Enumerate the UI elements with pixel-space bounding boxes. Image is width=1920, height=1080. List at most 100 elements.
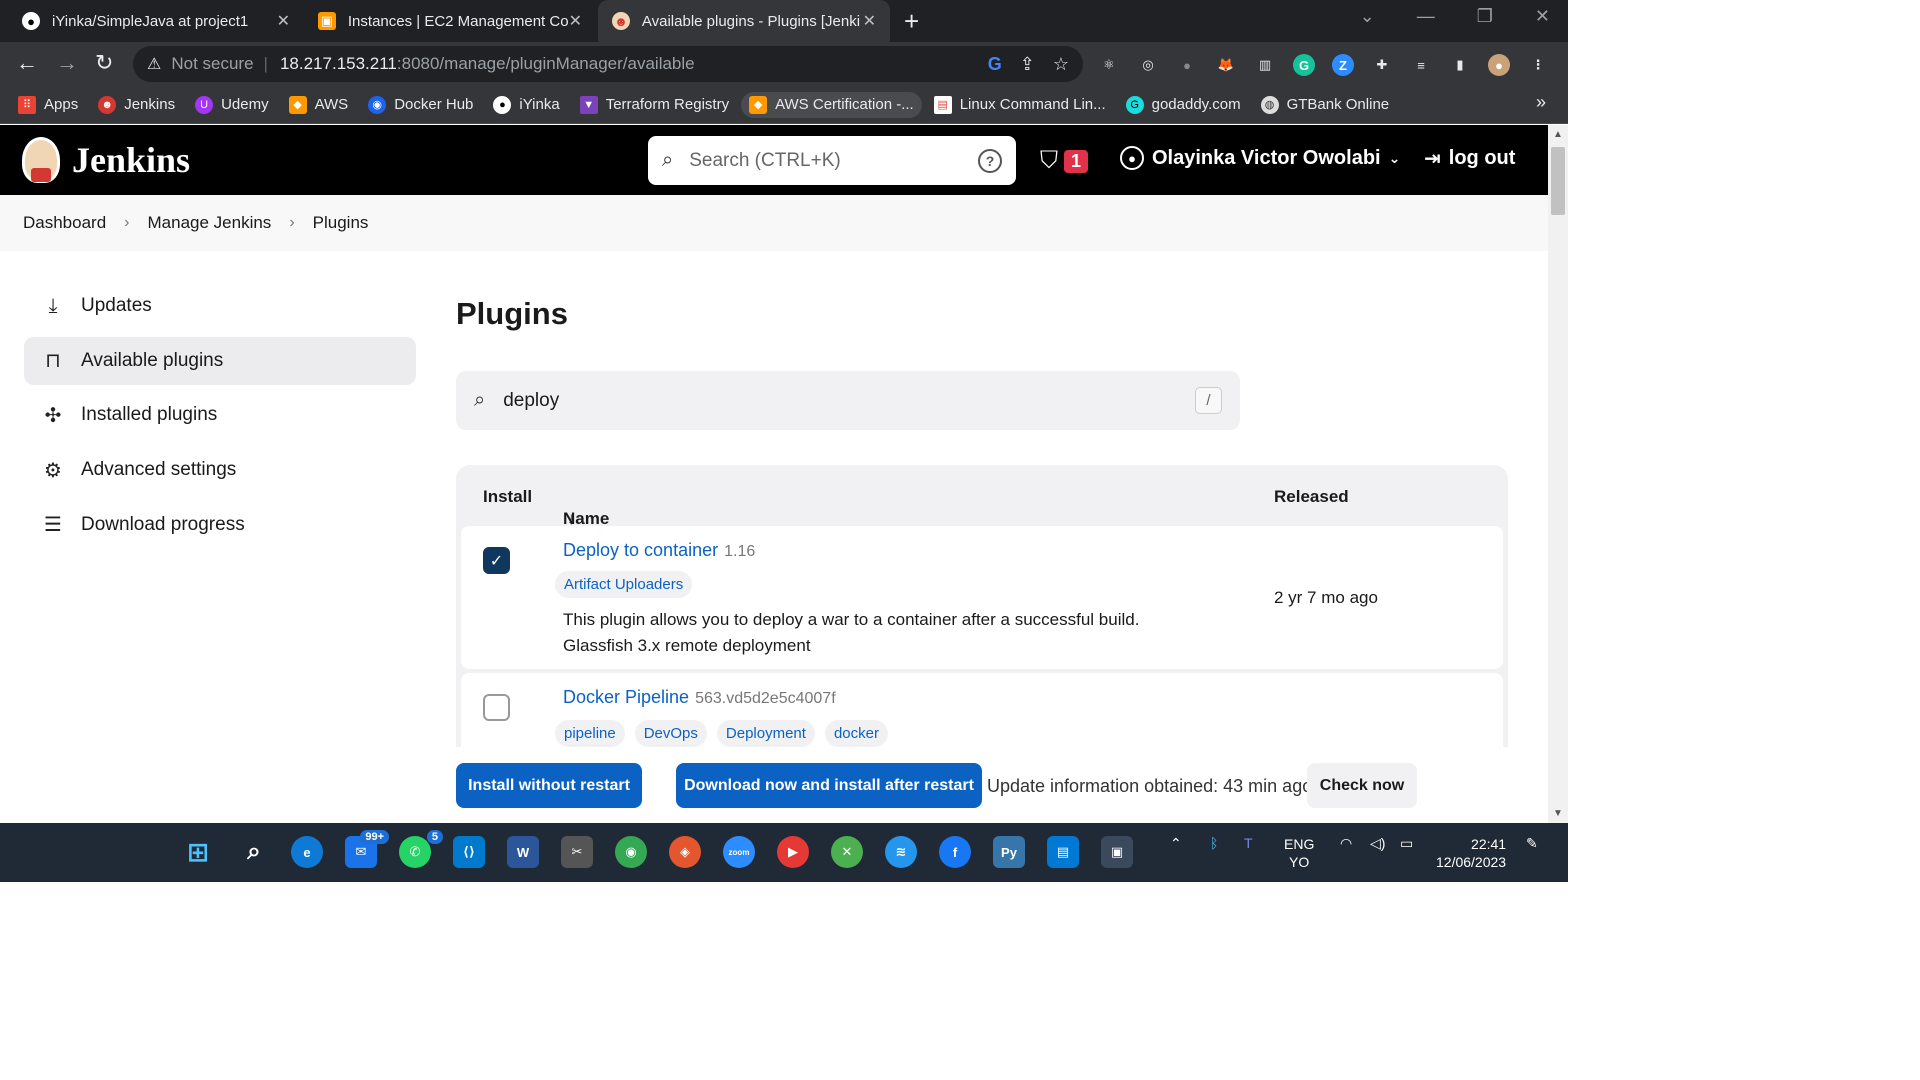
edge-icon[interactable]: e xyxy=(291,836,323,868)
breadcrumb-manage-jenkins[interactable]: Manage Jenkins xyxy=(148,213,272,233)
bookmark-godaddy[interactable]: G godaddy.com xyxy=(1125,95,1241,114)
file-explorer-icon[interactable]: ▤ xyxy=(1047,836,1079,868)
help-icon[interactable]: ? xyxy=(978,148,1002,173)
xbox-icon[interactable]: ✕ xyxy=(831,836,863,868)
language-indicator[interactable]: ENG YO xyxy=(1284,835,1314,871)
facebook-icon[interactable]: f xyxy=(939,836,971,868)
share-icon[interactable]: ⇪ xyxy=(1020,54,1035,75)
install-without-restart-button[interactable]: Install without restart xyxy=(456,763,642,808)
bookmark-star-icon[interactable]: ☆ xyxy=(1053,54,1069,75)
bookmark-aws[interactable]: ◆ AWS xyxy=(288,95,348,114)
tab-ec2[interactable]: ▣ Instances | EC2 Management Cor ✕ xyxy=(304,0,596,42)
bluetooth-icon[interactable]: ᛒ xyxy=(1210,835,1218,851)
wifi-icon[interactable]: ◠ xyxy=(1340,835,1352,852)
search-icon[interactable]: ⌕ xyxy=(238,836,270,868)
scroll-up-icon[interactable]: ▲ xyxy=(1553,129,1563,140)
sidebar-item-available-plugins[interactable]: ⊓ Available plugins xyxy=(24,336,416,385)
close-icon[interactable]: ✕ xyxy=(277,11,290,31)
zoom-extension-icon[interactable]: Z xyxy=(1332,54,1354,76)
bookmark-jenkins[interactable]: ☻ Jenkins xyxy=(98,95,175,114)
grammarly-icon[interactable]: G xyxy=(1293,54,1315,76)
tag-docker[interactable]: docker xyxy=(824,720,888,747)
notification-icon[interactable]: ✎ xyxy=(1526,835,1538,852)
install-checkbox[interactable]: ✓ xyxy=(483,547,510,574)
anydesk-icon[interactable]: ◈ xyxy=(669,836,701,868)
bookmark-gtbank[interactable]: ◍ GTBank Online xyxy=(1260,95,1389,114)
minimize-icon[interactable]: — xyxy=(1417,6,1435,27)
react-devtools-icon[interactable]: ⚛ xyxy=(1098,54,1120,76)
target-icon[interactable]: ◎ xyxy=(1137,54,1159,76)
extension-dot-icon[interactable]: ● xyxy=(1176,54,1198,76)
bookmark-udemy[interactable]: U Udemy xyxy=(195,95,269,114)
profile-avatar[interactable]: ● xyxy=(1488,54,1510,76)
chrome-icon[interactable]: ◉ xyxy=(615,836,647,868)
tag-deployment[interactable]: Deployment xyxy=(716,720,815,747)
restore-icon[interactable]: ❐ xyxy=(1477,6,1493,27)
install-checkbox[interactable] xyxy=(483,694,510,721)
clock[interactable]: 22:41 12/06/2023 xyxy=(1436,835,1506,871)
remote-desktop-icon[interactable]: ▣ xyxy=(1101,836,1133,868)
search-input[interactable] xyxy=(689,149,978,172)
sidebar-item-installed-plugins[interactable]: ✣ Installed plugins xyxy=(24,391,416,439)
menu-kebab-icon[interactable]: ⋮ xyxy=(1527,54,1549,76)
scrollbar-thumb[interactable] xyxy=(1551,147,1565,215)
jenkins-logo[interactable]: Jenkins xyxy=(22,137,190,183)
user-menu[interactable]: ● Olayinka Victor Owolabi ⌄ xyxy=(1120,146,1400,170)
back-icon[interactable]: ← xyxy=(16,50,38,76)
google-icon[interactable]: G xyxy=(988,54,1002,75)
clipboard-icon[interactable]: ▥ xyxy=(1254,54,1276,76)
logout-link[interactable]: ⇥ log out xyxy=(1424,146,1515,171)
scroll-down-icon[interactable]: ▼ xyxy=(1553,808,1563,819)
puzzle-icon[interactable]: ✚ xyxy=(1371,54,1393,76)
tab-jenkins-plugins[interactable]: ☻ Available plugins - Plugins [Jenki ✕ xyxy=(598,0,890,42)
warning-icon[interactable]: ⚠ xyxy=(147,54,161,74)
show-hidden-icons[interactable]: ⌃ xyxy=(1170,835,1182,852)
zoom-icon[interactable]: zoom xyxy=(723,836,755,868)
battery-icon[interactable]: ▭ xyxy=(1400,835,1413,852)
check-now-button[interactable]: Check now xyxy=(1307,763,1417,808)
bookmark-apps[interactable]: ⠿ Apps xyxy=(18,95,78,114)
close-icon[interactable]: ✕ xyxy=(863,11,876,31)
address-bar[interactable]: ⚠ Not secure | 18.217.153.211:8080/manag… xyxy=(133,46,1083,82)
word-icon[interactable]: W xyxy=(507,836,539,868)
sidebar-item-download-progress[interactable]: ☰ Download progress xyxy=(24,501,416,549)
windows-start-icon[interactable]: ⊞ xyxy=(182,836,214,868)
mail-icon[interactable]: ✉ 99+ xyxy=(345,830,389,868)
sidebar-item-advanced-settings[interactable]: ⚙ Advanced settings xyxy=(24,446,416,494)
reading-list-icon[interactable]: ≡ xyxy=(1410,54,1432,76)
side-panel-icon[interactable]: ▮ xyxy=(1449,54,1471,76)
snipping-tool-icon[interactable]: ✂ xyxy=(561,836,593,868)
tag-artifact-uploaders[interactable]: Artifact Uploaders xyxy=(555,571,693,598)
tab-search-icon[interactable]: ⌄ xyxy=(1360,6,1375,27)
bookmark-docker-hub[interactable]: ◉ Docker Hub xyxy=(368,95,473,114)
download-install-after-restart-button[interactable]: Download now and install after restart xyxy=(676,763,982,808)
bookmark-iyinka[interactable]: ● iYinka xyxy=(493,95,560,114)
volume-icon[interactable]: ◁) xyxy=(1370,835,1385,852)
more-bookmarks-icon[interactable]: » xyxy=(1536,92,1546,113)
bookmark-terraform[interactable]: ▼ Terraform Registry xyxy=(579,95,729,114)
reload-icon[interactable]: ↻ xyxy=(95,50,113,76)
forward-icon[interactable]: → xyxy=(56,50,78,76)
tag-devops[interactable]: DevOps xyxy=(634,720,707,747)
bookmark-linux-command[interactable]: ▤ Linux Command Lin... xyxy=(933,95,1106,114)
security-alert[interactable]: ⛉ 1 xyxy=(1040,147,1089,175)
metamask-icon[interactable]: 🦊 xyxy=(1215,54,1237,76)
breadcrumb-dashboard[interactable]: Dashboard xyxy=(23,213,106,233)
breadcrumb-plugins[interactable]: Plugins xyxy=(313,213,369,233)
docker-icon[interactable]: ≋ xyxy=(885,836,917,868)
whatsapp-icon[interactable]: ✆ 5 xyxy=(399,830,443,868)
sidebar-item-updates[interactable]: ⤓ Updates xyxy=(24,282,416,330)
tag-pipeline[interactable]: pipeline xyxy=(555,720,625,747)
plugin-filter-input[interactable] xyxy=(503,389,1195,412)
vscode-icon[interactable]: ⟨⟩ xyxy=(453,836,485,868)
plugin-name-link[interactable]: Docker Pipeline 563.vd5d2e5c4007f xyxy=(563,687,836,708)
close-icon[interactable]: ✕ xyxy=(569,11,582,31)
close-window-icon[interactable]: ✕ xyxy=(1535,6,1550,27)
python-icon[interactable]: Py xyxy=(993,836,1025,868)
page-scrollbar[interactable]: ▲ ▼ xyxy=(1548,125,1568,823)
plugin-name-link[interactable]: Deploy to container 1.16 xyxy=(563,540,755,561)
media-player-icon[interactable]: ▶ xyxy=(777,836,809,868)
bookmark-aws-certification[interactable]: ◆ AWS Certification -... xyxy=(741,91,922,118)
tab-github[interactable]: ● iYinka/SimpleJava at project1 ✕ xyxy=(8,0,304,42)
new-tab-icon[interactable]: + xyxy=(904,6,919,37)
